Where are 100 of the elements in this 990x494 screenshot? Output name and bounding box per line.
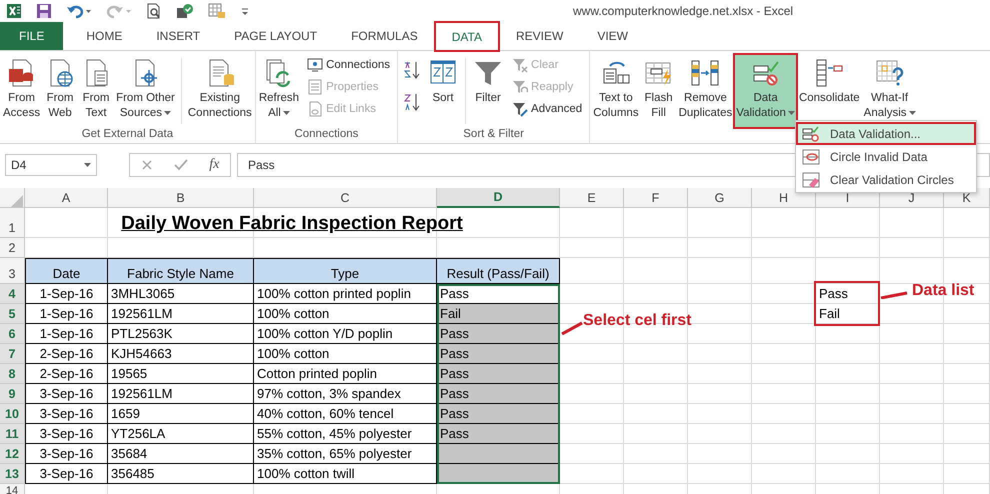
table-cell: 35% cotton, 65% polyester	[254, 444, 437, 464]
table-cell: 100% cotton twill	[254, 464, 437, 484]
name-box[interactable]: D4	[5, 154, 97, 176]
table-cell: PTL2563K	[108, 324, 254, 344]
ribbon-tab[interactable]: DATA	[434, 22, 499, 51]
table-cell: Pass	[437, 384, 560, 404]
column-header[interactable]: D	[437, 188, 560, 208]
column-header[interactable]: H	[752, 188, 816, 208]
row-header[interactable]: 3	[0, 258, 25, 284]
leader-line	[561, 321, 583, 335]
table-cell: 356485	[108, 464, 254, 484]
ribbon-tab[interactable]: VIEW	[580, 22, 645, 50]
ribbon-button[interactable]: Data Validation	[734, 54, 797, 128]
column-header[interactable]: E	[560, 188, 624, 208]
sort-ascending-icon[interactable]	[403, 60, 422, 80]
ribbon-button[interactable]: Advanced	[510, 100, 584, 118]
ribbon-tab[interactable]: INSERT	[139, 22, 218, 50]
group-label: Sort & Filter	[463, 128, 524, 140]
row-header[interactable]: 9	[0, 384, 25, 404]
table-cell: 100% cotton Y/D poplin	[254, 324, 437, 344]
window-title: www.computerknowledge.net.xlsx - Excel	[573, 4, 794, 18]
table-cell: 3-Sep-16	[25, 444, 108, 464]
column-header[interactable]: F	[624, 188, 688, 208]
table-cell: Pass	[437, 324, 560, 344]
check-icon[interactable]	[174, 159, 188, 171]
table-cell: 3MHL3065	[108, 284, 254, 304]
column-header[interactable]: G	[688, 188, 752, 208]
group-label: Connections	[294, 128, 358, 140]
save-icon[interactable]	[36, 3, 52, 19]
table-cell: 40% cotton, 60% tencel	[254, 404, 437, 424]
locked-table-icon[interactable]	[208, 3, 226, 19]
table-cell: 19565	[108, 364, 254, 384]
table-cell: Pass	[437, 364, 560, 384]
row-header[interactable]: 4	[0, 284, 25, 304]
row-header[interactable]: 11	[0, 424, 25, 444]
list-cell: Pass	[816, 284, 880, 304]
share-check-icon[interactable]	[176, 3, 194, 19]
eraser-cells-icon	[802, 170, 820, 188]
row-header[interactable]: 12	[0, 444, 25, 464]
column-header[interactable]: C	[254, 188, 437, 208]
table-cell: 2-Sep-16	[25, 344, 108, 364]
row-header[interactable]: 14	[0, 484, 25, 494]
funnel-pencil-icon	[512, 101, 528, 117]
row-header[interactable]: 7	[0, 344, 25, 364]
table-cell: 55% cotton, 45% polyester	[254, 424, 437, 444]
menu-item[interactable]: Data Validation...	[796, 122, 976, 145]
ribbon-button[interactable]: Existing Connections	[186, 54, 254, 128]
ribbon-button[interactable]: From Web	[42, 54, 78, 128]
list-cell: Fail	[816, 304, 880, 324]
funnel-clear-icon	[512, 57, 528, 73]
ribbon-button[interactable]: Refresh All	[256, 54, 302, 128]
group-label: Get External Data	[82, 128, 174, 140]
link-document-icon	[307, 101, 324, 117]
table-cell: 192561LM	[108, 384, 254, 404]
ribbon-button[interactable]: Flash Fill	[640, 54, 677, 128]
table-cell: 3-Sep-16	[25, 404, 108, 424]
ribbon-button[interactable]: From Text	[78, 54, 114, 128]
ribbon-button[interactable]: From Other Sources	[114, 54, 177, 128]
row-header[interactable]: 8	[0, 364, 25, 384]
row-header[interactable]: 5	[0, 304, 25, 324]
ribbon-tab[interactable]: FILE	[0, 22, 64, 50]
sort-descending-icon[interactable]	[403, 92, 422, 112]
table-cell: 2-Sep-16	[25, 364, 108, 384]
table-cell: 100% cotton	[254, 304, 437, 324]
row-header[interactable]: 2	[0, 238, 25, 258]
column-header[interactable]: A	[25, 188, 108, 208]
table-cell: KJH54663	[108, 344, 254, 364]
table-cell: 3-Sep-16	[25, 384, 108, 404]
spreadsheet-app-icon[interactable]	[6, 3, 22, 19]
ribbon-button[interactable]: Sort	[425, 54, 462, 128]
row-header[interactable]: 10	[0, 404, 25, 424]
ribbon-button[interactable]: Text to Columns	[591, 54, 641, 128]
table-cell: 35684	[108, 444, 254, 464]
table-cell: 1-Sep-16	[25, 304, 108, 324]
header-cell: Result (Pass/Fail)	[437, 258, 560, 284]
table-cell: 100% cotton printed poplin	[254, 284, 437, 304]
row-header[interactable]: 13	[0, 464, 25, 484]
print-preview-icon[interactable]	[146, 3, 162, 19]
ribbon-tab[interactable]: FORMULAS	[334, 22, 435, 50]
insert-function-button[interactable]: fx	[209, 157, 220, 173]
column-header[interactable]: B	[108, 188, 254, 208]
ribbon-button[interactable]: Filter	[470, 54, 506, 128]
table-cell: 1-Sep-16	[25, 324, 108, 344]
annotation-text: Select cel first	[583, 312, 692, 330]
funnel-refresh-icon	[512, 79, 528, 95]
table-cell: 192561LM	[108, 304, 254, 324]
table-cell: 3-Sep-16	[25, 424, 108, 444]
ribbon-button[interactable]: From Access	[1, 54, 42, 128]
table-cell: Cotton printed poplin	[254, 364, 437, 384]
annotation-text: Data list	[912, 282, 974, 300]
ribbon-button[interactable]: Connections	[305, 56, 392, 74]
ribbon-tab[interactable]: HOME	[69, 22, 140, 50]
ribbon-tab[interactable]: PAGE LAYOUT	[217, 22, 334, 50]
ribbon-tab[interactable]: REVIEW	[498, 22, 580, 50]
row-header[interactable]: 6	[0, 324, 25, 344]
undo-icon[interactable]	[66, 3, 92, 19]
row-header[interactable]: 1	[0, 208, 25, 238]
table-cell: YT256LA	[108, 424, 254, 444]
validation-icon	[802, 124, 820, 142]
caret-icon	[84, 163, 91, 167]
